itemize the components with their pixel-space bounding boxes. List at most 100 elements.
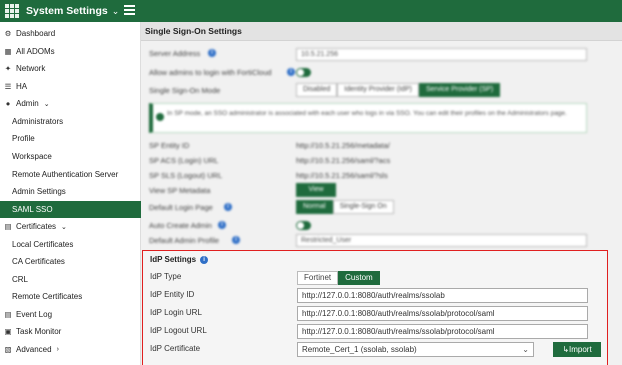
sp-sls-value: http://10.5.21.256/saml/?sls	[296, 171, 388, 180]
sp-sls-label: SP SLS (Logout) URL	[149, 171, 223, 180]
info-icon: i	[224, 203, 232, 211]
idp-logout-label: IdP Logout URL	[150, 326, 207, 335]
sidebar-item-label: Local Certificates	[12, 240, 74, 249]
sp-acs-label: SP ACS (Login) URL	[149, 156, 219, 165]
default-login-sso[interactable]: Single-Sign On	[332, 200, 394, 214]
hamburger-menu-icon[interactable]	[124, 5, 135, 15]
task-monitor-icon: ▣	[4, 327, 12, 336]
idp-type-selector: Fortinet Custom	[297, 271, 380, 285]
ha-icon: ☰	[4, 82, 12, 91]
info-icon: i	[218, 221, 226, 229]
sidebar-item-label: CA Certificates	[12, 257, 65, 266]
chevron-down-icon: ⌄	[61, 223, 67, 231]
import-icon: ↳	[562, 345, 570, 354]
fortinet-logo-icon	[5, 4, 19, 18]
event-log-icon: ▤	[4, 310, 12, 319]
sidebar-item-label: Administrators	[12, 117, 64, 126]
admin-icon: ●	[5, 99, 11, 108]
sidebar-item-certificates[interactable]: ▤ Certificates ⌄	[0, 218, 141, 235]
sidebar-item-administrators[interactable]: Administrators	[0, 113, 141, 130]
all-adoms-icon: ▦	[4, 47, 12, 56]
sidebar-item-dashboard[interactable]: ⚙ Dashboard	[0, 25, 141, 42]
idp-type-fortinet[interactable]: Fortinet	[297, 271, 339, 285]
view-metadata-button[interactable]: View	[296, 183, 336, 197]
sidebar-item-profile[interactable]: Profile	[0, 130, 141, 147]
panel-title: Single Sign-On Settings	[141, 22, 622, 41]
idp-settings-section: IdP Settings i IdP Type Fortinet Custom I…	[142, 250, 608, 365]
sso-mode-sp[interactable]: Service Provider (SP)	[418, 83, 501, 97]
allow-forticloud-toggle[interactable]	[296, 68, 311, 77]
auto-create-label: Auto Create Admin	[149, 221, 212, 230]
idp-type-custom[interactable]: Custom	[338, 271, 380, 285]
sidebar-item-label: All ADOMs	[16, 47, 55, 56]
sso-mode-label: Single Sign-On Mode	[149, 86, 221, 95]
default-profile-select[interactable]: Restricted_User	[296, 234, 587, 247]
sidebar-item-admin[interactable]: ● Admin ⌄	[0, 95, 141, 112]
idp-type-label: IdP Type	[150, 272, 182, 281]
sidebar-item-remote-certificates[interactable]: Remote Certificates	[0, 288, 141, 305]
auto-create-toggle[interactable]	[296, 221, 311, 230]
import-button[interactable]: ↳Import	[553, 342, 601, 357]
info-icon	[156, 113, 164, 121]
chevron-right-icon: ›	[56, 346, 59, 353]
info-icon: i	[208, 49, 216, 57]
idp-logout-field[interactable]: http://127.0.0.1:8080/auth/realms/ssolab…	[297, 324, 588, 339]
sso-mode-idp[interactable]: Identity Provider (IdP)	[337, 83, 419, 97]
sidebar-item-advanced[interactable]: ▧ Advanced ›	[0, 341, 141, 358]
sidebar-item-label: Advanced	[16, 345, 52, 354]
info-icon: i	[232, 236, 240, 244]
sidebar-item-label: Task Monitor	[16, 327, 62, 336]
sidebar-item-remote-authentication-server[interactable]: Remote Authentication Server	[0, 166, 141, 183]
default-login-selector: Normal Single-Sign On	[296, 200, 394, 214]
sp-entity-value: http://10.5.21.256/metadata/	[296, 141, 390, 150]
sidebar-item-event-log[interactable]: ▤ Event Log	[0, 306, 141, 323]
notice-text: In SP mode, an SSO administrator is asso…	[167, 110, 567, 117]
idp-certificate-value: Remote_Cert_1 (ssolab, ssolab)	[302, 345, 417, 354]
sidebar-item-ca-certificates[interactable]: CA Certificates	[0, 253, 141, 270]
info-icon: i	[200, 255, 209, 264]
sidebar-item-label: Workspace	[12, 152, 52, 161]
idp-entity-label: IdP Entity ID	[150, 290, 195, 299]
app-title[interactable]: System Settings	[26, 5, 108, 17]
sidebar-item-all-adoms[interactable]: ▦ All ADOMs	[0, 43, 141, 60]
sp-mode-notice: In SP mode, an SSO administrator is asso…	[149, 103, 587, 133]
sidebar-item-label: Dashboard	[16, 29, 56, 38]
sidebar-item-ha[interactable]: ☰ HA	[0, 78, 141, 95]
view-metadata-label: View SP Metadata	[149, 186, 211, 195]
default-login-normal[interactable]: Normal	[296, 200, 333, 214]
chevron-down-icon[interactable]: ⌄	[112, 6, 120, 17]
main-panel: Single Sign-On Settings Server Address i…	[141, 22, 622, 365]
sidebar-item-saml-sso[interactable]: SAML SSO	[0, 201, 141, 218]
idp-login-field[interactable]: http://127.0.0.1:8080/auth/realms/ssolab…	[297, 306, 588, 321]
server-address-field[interactable]: 10.5.21.256	[296, 48, 587, 61]
allow-forticloud-label: Allow admins to login with FortiCloud	[149, 68, 272, 77]
sidebar-item-label: Admin Settings	[12, 187, 66, 196]
sidebar-item-label: SAML SSO	[12, 205, 53, 214]
network-icon: ✦	[4, 64, 12, 73]
idp-settings-title-text: IdP Settings	[150, 255, 197, 264]
sidebar-item-label: Event Log	[16, 310, 53, 319]
sidebar-item-crl[interactable]: CRL	[0, 271, 141, 288]
idp-login-label: IdP Login URL	[150, 308, 202, 317]
idp-certificate-select[interactable]: Remote_Cert_1 (ssolab, ssolab) ⌄	[297, 342, 534, 357]
sidebar-item-admin-settings[interactable]: Admin Settings	[0, 183, 141, 200]
sidebar-item-label: Certificates	[16, 222, 57, 231]
sidebar-item-network[interactable]: ✦ Network	[0, 60, 141, 77]
certificates-icon: ▤	[4, 222, 12, 231]
chevron-down-icon: ⌄	[43, 100, 50, 108]
sso-mode-selector: Disabled Identity Provider (IdP) Service…	[296, 83, 501, 97]
sso-mode-disabled[interactable]: Disabled	[296, 83, 338, 97]
default-login-label: Default Login Page	[149, 203, 213, 212]
sidebar-item-workspace[interactable]: Workspace	[0, 148, 141, 165]
default-profile-label: Default Admin Profile	[149, 236, 220, 245]
sidebar-item-local-certificates[interactable]: Local Certificates	[0, 236, 141, 253]
sidebar-item-task-monitor[interactable]: ▣ Task Monitor	[0, 323, 141, 340]
sp-acs-value: http://10.5.21.256/saml/?acs	[296, 156, 391, 165]
sp-entity-label: SP Entity ID	[149, 141, 190, 150]
idp-certificate-label: IdP Certificate	[150, 344, 201, 353]
idp-entity-field[interactable]: http://127.0.0.1:8080/auth/realms/ssolab	[297, 288, 588, 303]
blurred-settings-area: Server Address i 10.5.21.256 Allow admin…	[141, 41, 622, 271]
sidebar-item-label: HA	[16, 82, 28, 91]
top-bar: System Settings ⌄	[0, 0, 622, 22]
dashboard-icon: ⚙	[4, 29, 12, 38]
